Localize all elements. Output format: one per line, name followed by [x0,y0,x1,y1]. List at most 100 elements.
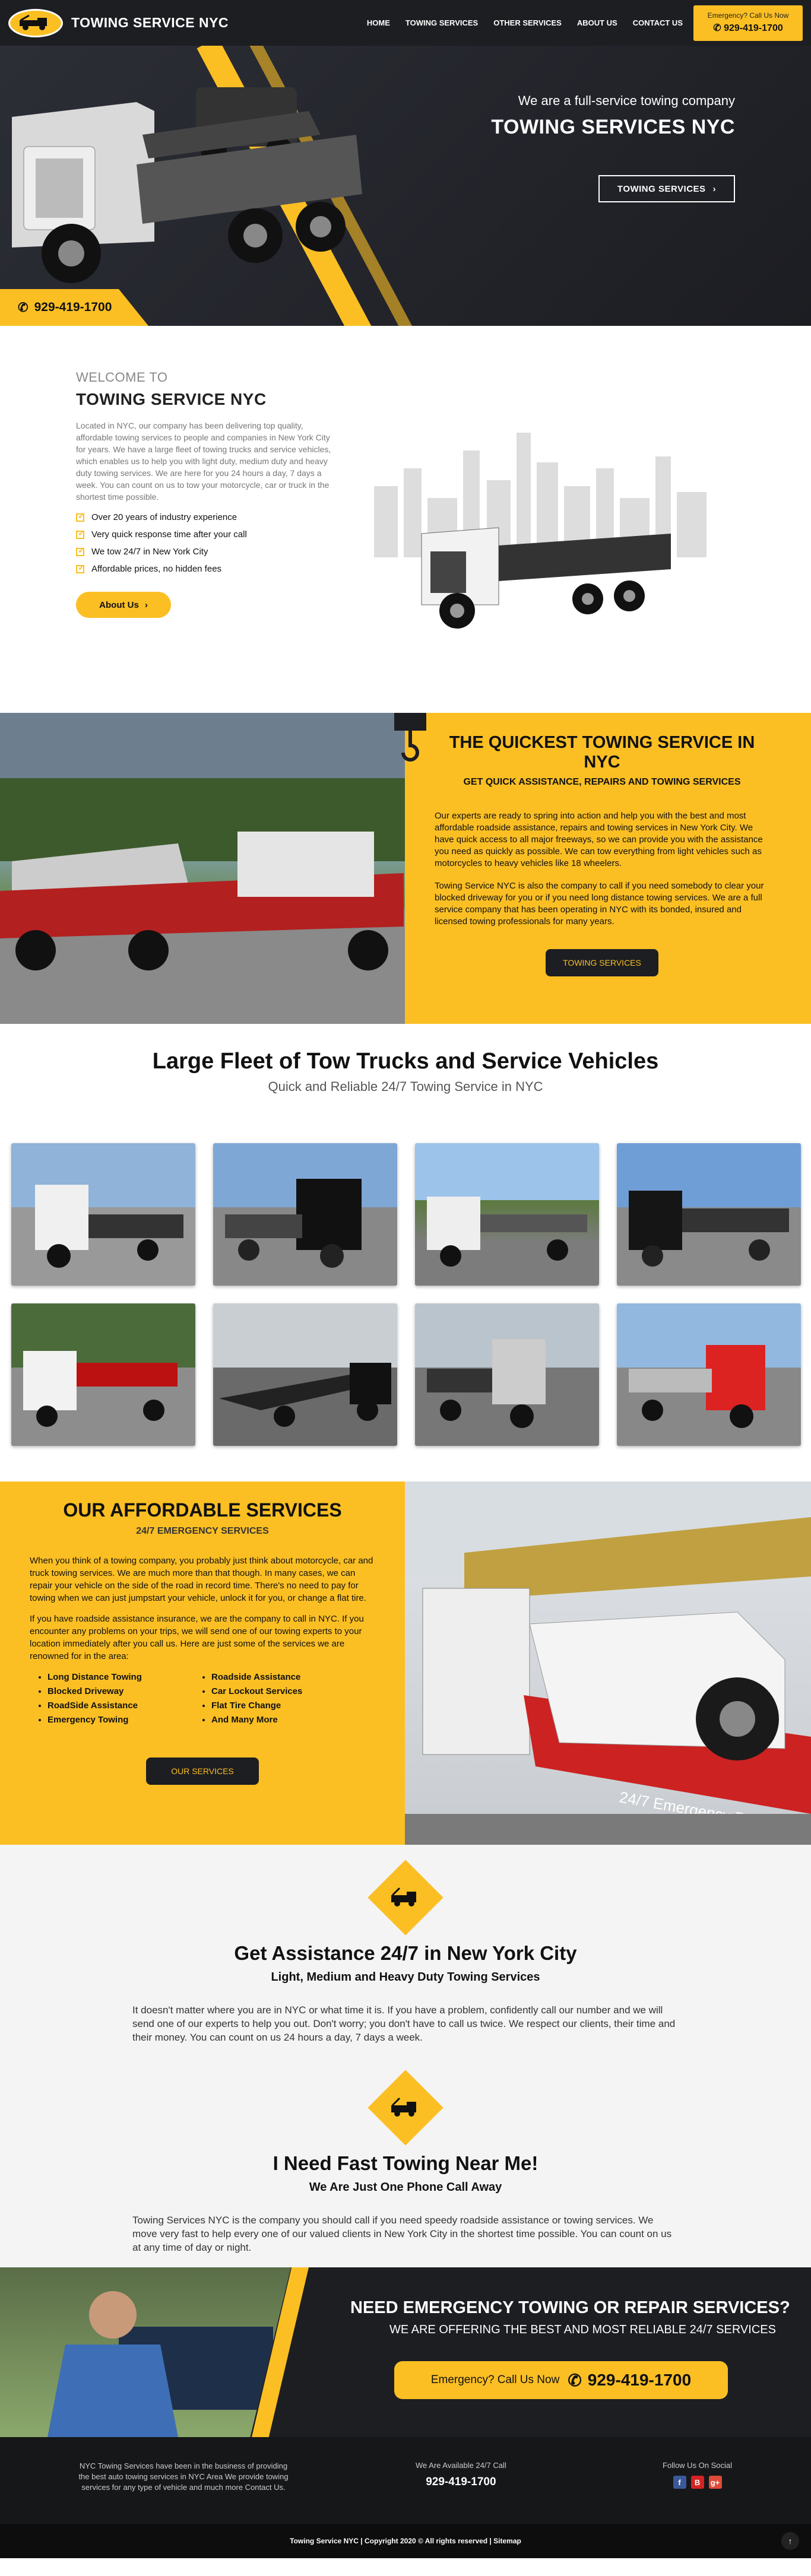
copyright-bar: Towing Service NYC | Copyright 2020 © Al… [0,2524,811,2558]
hero-towing-services-button[interactable]: TOWING SERVICES › [598,175,735,202]
need-paragraph: Towing Services NYC is the company you s… [132,2215,672,2253]
fleet-photo[interactable] [11,1303,195,1446]
assist-paragraph: It doesn't matter where you are in NYC o… [132,2004,676,2043]
quick-paragraph-2: Towing Service NYC is also the company t… [435,881,764,927]
fleet-photo[interactable] [415,1303,599,1446]
fleet-photo[interactable] [213,1303,397,1446]
header-call-button[interactable]: Emergency? Call Us Now ✆ 929-419-1700 [693,5,803,41]
fleet-photo[interactable] [415,1143,599,1286]
scroll-to-top-button[interactable]: ↑ [781,2532,799,2550]
hero-phone-number: 929-419-1700 [34,300,112,314]
tow-truck-photo-art [0,713,405,1024]
tow-truck-photo [0,713,405,1024]
footer-availability-label: We Are Available 24/7 Call [416,2461,506,2470]
brand-name: TOWING SERVICE NYC [71,15,229,30]
fleet-photo[interactable] [11,1143,195,1286]
header-call-number: 929-419-1700 [724,23,783,33]
checkbox-icon [76,511,85,522]
need-title: I Need Fast Towing Near Me! [273,2152,538,2174]
fleet-photo[interactable] [213,1143,397,1286]
about-button-label: About Us [99,599,139,610]
fleet-photo[interactable] [617,1143,801,1286]
assist-title: Get Assistance 24/7 in New York City [234,1942,577,1964]
service-item: Blocked Driveway [47,1686,211,1696]
copyright-text: Towing Service NYC | Copyright 2020 © Al… [290,2537,521,2545]
checkbox-icon [76,563,85,573]
services-list: Long Distance Towing Roadside Assistance… [30,1672,375,1729]
about-title: TOWING SERVICE NYC [76,390,267,408]
affordable-title: OUR AFFORDABLE SERVICES [63,1499,342,1521]
nav-about-us[interactable]: ABOUT US [577,18,617,27]
phone-icon: ✆ [713,23,724,33]
fleet-title: Large Fleet of Tow Trucks and Service Ve… [152,1049,659,1074]
checkbox-icon [76,528,85,539]
hero-tow-truck-image [12,87,362,283]
fleet-subtitle: Quick and Reliable 24/7 Towing Service i… [268,1079,543,1094]
feature-list: Over 20 years of industry experience Ver… [76,511,337,574]
logo[interactable]: TOWING SERVICE NYC [8,8,229,37]
chevron-right-icon: › [144,599,148,610]
affordable-section: OUR AFFORDABLE SERVICES 24/7 EMERGENCY S… [0,1481,811,1845]
emergency-call-label: Emergency? Call Us Now [430,2374,560,2386]
footer-phone-number[interactable]: 929-419-1700 [416,2476,506,2489]
fleet-photo[interactable] [617,1303,801,1446]
yelp-icon[interactable]: B [690,2476,704,2489]
phone-icon: ✆ [568,2371,582,2390]
facebook-icon[interactable]: f [673,2476,686,2489]
site-header: TOWING SERVICE NYC HOME TOWING SERVICES … [0,0,811,46]
main-nav: HOME TOWING SERVICES OTHER SERVICES ABOU… [351,18,683,27]
feature-item: Over 20 years of industry experience [76,511,337,522]
service-item: Car Lockout Services [211,1686,375,1696]
emergency-call-number: 929-419-1700 [587,2371,692,2389]
assist-subtitle: Light, Medium and Heavy Duty Towing Serv… [271,1971,540,1984]
affordable-subtitle: 24/7 EMERGENCY SERVICES [136,1526,269,1536]
social-links: f B g+ [663,2476,732,2489]
nav-home[interactable]: HOME [367,18,390,27]
checkbox-icon [76,545,85,556]
nav-towing-services[interactable]: TOWING SERVICES [406,18,478,27]
tow-truck-badge-icon [368,2070,443,2146]
feature-item: We tow 24/7 in New York City [76,545,337,557]
our-services-button[interactable]: OUR SERVICES [146,1757,259,1785]
footer: NYC Towing Services have been in the bus… [0,2437,811,2524]
need-subtitle: We Are Just One Phone Call Away [309,2181,502,2194]
emergency-call-button[interactable]: Emergency? Call Us Now ✆ 929-419-1700 [394,2361,728,2399]
fleet-gallery [11,1143,811,1446]
emergency-tow-photo-art: 24/7 Emergency Road [405,1481,811,1845]
tow-truck-logo-icon [8,8,63,37]
hero-section: We are a full-service towing company TOW… [0,46,811,326]
service-item: Long Distance Towing [47,1672,211,1682]
footer-follow-label: Follow Us On Social [663,2461,733,2470]
about-section: WELCOME TO TOWING SERVICE NYC Located in… [0,326,811,713]
man-on-phone-photo [0,2267,291,2437]
service-item: Flat Tire Change [211,1701,375,1711]
feature-item: Very quick response time after your call [76,528,337,540]
tow-truck-badge-icon [368,1860,443,1936]
quick-paragraph-1: Our experts are ready to spring into act… [435,811,763,868]
service-item: Roadside Assistance [211,1672,375,1682]
quick-towing-services-button[interactable]: TOWING SERVICES [546,949,658,976]
emergency-cta-section: NEED EMERGENCY TOWING OR REPAIR SERVICES… [0,2267,811,2437]
header-call-label: Emergency? Call Us Now [707,11,789,20]
assistance-section: Get Assistance 24/7 in New York City Lig… [0,1845,811,2267]
about-us-button[interactable]: About Us › [76,592,171,618]
affordable-paragraph-2: If you have roadside assistance insuranc… [30,1614,364,1661]
google-plus-icon[interactable]: g+ [708,2476,722,2489]
nav-contact-us[interactable]: CONTACT US [633,18,683,27]
hero-button-label: TOWING SERVICES [617,183,706,194]
skyline-truck-image [374,433,707,629]
service-item: RoadSide Assistance [47,1701,211,1711]
chevron-right-icon: › [712,183,717,194]
man-on-phone-art [47,2291,273,2437]
quickest-section: THE QUICKEST TOWING SERVICE IN NYC GET Q… [0,713,811,1024]
phone-icon: ✆ [18,300,28,315]
welcome-label: WELCOME TO [76,370,168,385]
affordable-paragraph-1: When you think of a towing company, you … [30,1556,373,1603]
footer-about-text: NYC Towing Services have been in the bus… [78,2461,289,2492]
service-item: Emergency Towing [47,1715,211,1725]
about-paragraph: Located in NYC, our company has been del… [76,421,331,502]
tow-hook-icon [394,713,426,762]
nav-other-services[interactable]: OTHER SERVICES [493,18,562,27]
fleet-section: Large Fleet of Tow Trucks and Service Ve… [0,1024,811,1446]
quick-title: THE QUICKEST TOWING SERVICE IN NYC [449,733,755,772]
